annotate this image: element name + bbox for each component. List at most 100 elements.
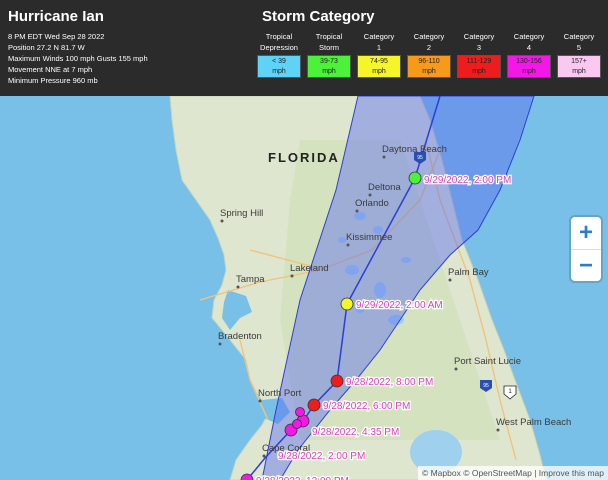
category-label-line2: 5 xyxy=(576,43,582,52)
improve-map-link[interactable]: Improve this map xyxy=(539,468,604,478)
city-label: Tampa xyxy=(236,274,265,285)
category-swatch: 39-73 mph xyxy=(307,55,351,78)
mapbox-link[interactable]: © Mapbox xyxy=(422,468,461,478)
city-dot xyxy=(262,454,266,458)
category-legend: Tropical Depression < 39 mph Tropical Storm 39… xyxy=(254,31,604,78)
category-range: 96-110 xyxy=(418,57,440,65)
city-dot xyxy=(218,342,222,346)
info-panel: Hurricane Ian 8 PM EDT Wed Sep 28 2022 P… xyxy=(0,0,608,96)
track-point[interactable] xyxy=(330,374,344,388)
osm-link[interactable]: © OpenStreetMap xyxy=(463,468,532,478)
track-point[interactable] xyxy=(408,171,422,185)
category-swatch: 96-110 mph xyxy=(407,55,451,78)
category-item: Category 5 157+ mph xyxy=(554,31,604,78)
storm-winds: Maximum Winds 100 mph Gusts 155 mph xyxy=(8,54,148,63)
category-swatch: 111-129 mph xyxy=(457,55,501,78)
city-label: Port Saint Lucie xyxy=(454,356,521,367)
category-label-line1: Category xyxy=(363,32,395,41)
category-label-line2: 3 xyxy=(476,43,482,52)
track-point-label: 9/28/2022, 6:00 PM xyxy=(323,401,410,412)
region-label: FLORIDA xyxy=(268,150,340,165)
category-label-line1: Category xyxy=(463,32,495,41)
storm-pressure: Minimum Pressure 960 mb xyxy=(8,76,98,85)
category-range: 157+ xyxy=(571,57,587,65)
city-label: West Palm Beach xyxy=(496,417,571,428)
category-label-line2: Depression xyxy=(260,43,298,52)
category-range: 74-95 xyxy=(370,57,388,65)
shield-95-north-label: 95 xyxy=(417,155,423,161)
category-swatch: 157+ mph xyxy=(557,55,601,78)
category-range-unit: mph xyxy=(522,67,536,75)
zoom-in-button[interactable]: + xyxy=(571,217,601,249)
city-dot xyxy=(290,274,294,278)
city-dot xyxy=(258,399,262,403)
advisory-time: 8 PM EDT Wed Sep 28 2022 xyxy=(8,32,105,41)
category-range-unit: mph xyxy=(272,67,286,75)
city-dot xyxy=(236,285,240,289)
track-point-label: 9/29/2022, 2:00 AM xyxy=(356,300,443,311)
track-point[interactable] xyxy=(340,297,354,311)
track-point-label: 9/28/2022, 4:35 PM xyxy=(312,427,399,438)
track-point-label: 9/28/2022, 2:00 PM xyxy=(278,451,365,462)
city-dot xyxy=(448,278,452,282)
map-canvas[interactable]: Daytona BeachDeltonaSpring HillOrlandoKi… xyxy=(0,96,608,480)
track-point[interactable] xyxy=(307,398,321,412)
category-label-line2: 4 xyxy=(526,43,532,52)
category-label-line1: Category xyxy=(413,32,445,41)
attribution: © Mapbox © OpenStreetMap | Improve this … xyxy=(417,466,608,480)
city-dot xyxy=(368,193,372,197)
category-range: < 39 xyxy=(272,57,286,65)
shield-95-south-label: 95 xyxy=(483,383,489,389)
category-label-line2: Storm xyxy=(318,43,339,52)
category-label: Category 4 xyxy=(514,31,544,55)
track-point-label: 9/28/2022, 8:00 PM xyxy=(346,377,433,388)
city-label: North Port xyxy=(258,388,302,399)
category-label-line1: Category xyxy=(513,32,545,41)
category-label-line2: 1 xyxy=(376,43,382,52)
storm-title: Hurricane Ian xyxy=(8,8,104,25)
category-range: 39-73 xyxy=(320,57,338,65)
category-label: Category 1 xyxy=(364,31,394,55)
city-dot xyxy=(382,155,386,159)
storm-position: Position 27.2 N 81.7 W xyxy=(8,43,85,52)
category-item: Category 2 96-110 mph xyxy=(404,31,454,78)
category-label: Tropical Storm xyxy=(316,31,342,55)
category-swatch: < 39 mph xyxy=(257,55,301,78)
storm-movement: Movement NNE at 7 mph xyxy=(8,65,93,74)
track-point[interactable] xyxy=(295,407,305,417)
city-label: Kissimmee xyxy=(346,232,392,243)
zoom-control: + − xyxy=(571,217,601,281)
city-dot xyxy=(454,367,458,371)
city-label: Bradenton xyxy=(218,331,262,342)
zoom-out-button[interactable]: − xyxy=(571,249,601,281)
city-label: Deltona xyxy=(368,182,401,193)
category-range: 130-156 xyxy=(516,57,542,65)
category-label-line1: Tropical xyxy=(265,32,293,41)
category-label: Category 5 xyxy=(564,31,594,55)
city-label: Lakeland xyxy=(290,263,329,274)
track-point-label: 9/28/2022, 12:00 PM xyxy=(256,476,349,480)
category-range: 111-129 xyxy=(466,57,492,65)
category-item: Category 1 74-95 mph xyxy=(354,31,404,78)
category-range-unit: mph xyxy=(572,67,586,75)
category-legend-title: Storm Category xyxy=(262,8,375,25)
category-range-unit: mph xyxy=(322,67,336,75)
city-dot xyxy=(355,209,359,213)
storm-info: Hurricane Ian 8 PM EDT Wed Sep 28 2022 P… xyxy=(8,8,148,86)
category-swatch: 74-95 mph xyxy=(357,55,401,78)
category-label-line2: 2 xyxy=(426,43,432,52)
track-point[interactable] xyxy=(292,419,302,429)
city-dot xyxy=(496,428,500,432)
city-dot xyxy=(346,243,350,247)
category-item: Category 4 130-156 mph xyxy=(504,31,554,78)
map-view[interactable]: Daytona Beach Deltona Spring Hill Orlando Ki… xyxy=(0,96,608,480)
category-label: Tropical Depression xyxy=(260,31,298,55)
city-label: Palm Bay xyxy=(448,267,489,278)
category-item: Tropical Storm 39-73 mph xyxy=(304,31,354,78)
category-swatch: 130-156 mph xyxy=(507,55,551,78)
category-item: Category 3 111-129 mph xyxy=(454,31,504,78)
category-label: Category 2 xyxy=(414,31,444,55)
city-dot xyxy=(220,219,224,223)
category-label-line1: Tropical xyxy=(315,32,343,41)
category-label: Category 3 xyxy=(464,31,494,55)
